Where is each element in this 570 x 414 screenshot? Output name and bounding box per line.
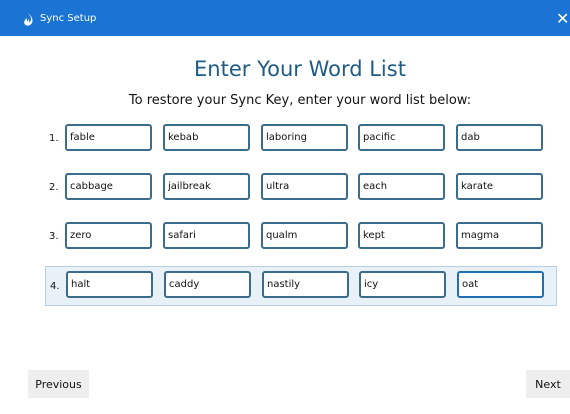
word-input-1-5[interactable]	[456, 124, 543, 151]
word-input-3-1[interactable]	[65, 222, 152, 249]
sync-setup-window: Sync Setup ✕ Enter Your Word List To res…	[0, 0, 570, 414]
row-number: 1.	[49, 133, 59, 144]
close-icon[interactable]: ✕	[556, 8, 570, 30]
word-input-4-2[interactable]	[164, 271, 251, 298]
word-input-3-5[interactable]	[456, 222, 543, 249]
word-row-2: 2.	[45, 168, 557, 208]
word-input-4-4[interactable]	[359, 271, 446, 298]
app-icon	[24, 13, 33, 26]
title-bar: Sync Setup ✕	[0, 0, 570, 36]
word-input-3-4[interactable]	[358, 222, 445, 249]
word-row-4: 4.	[45, 266, 557, 306]
word-input-1-3[interactable]	[261, 124, 348, 151]
word-input-2-4[interactable]	[358, 173, 445, 200]
word-input-2-2[interactable]	[163, 173, 250, 200]
instruction-text: To restore your Sync Key, enter your wor…	[128, 93, 472, 108]
word-input-1-2[interactable]	[163, 124, 250, 151]
word-input-3-2[interactable]	[163, 222, 250, 249]
word-row-3: 3.	[45, 217, 557, 257]
page-title: Enter Your Word List	[194, 57, 406, 81]
word-input-2-3[interactable]	[261, 173, 348, 200]
word-input-1-1[interactable]	[65, 124, 152, 151]
word-input-4-3[interactable]	[262, 271, 349, 298]
word-input-1-4[interactable]	[358, 124, 445, 151]
word-input-4-1[interactable]	[66, 271, 153, 298]
row-number: 4.	[50, 281, 60, 292]
word-input-3-3[interactable]	[261, 222, 348, 249]
previous-button[interactable]: Previous	[28, 370, 89, 398]
row-number: 2.	[49, 182, 59, 193]
window-title: Sync Setup	[40, 13, 97, 24]
next-button[interactable]: Next	[526, 370, 570, 398]
word-input-4-5[interactable]	[457, 271, 544, 298]
word-input-2-1[interactable]	[65, 173, 152, 200]
row-number: 3.	[49, 231, 59, 242]
word-input-2-5[interactable]	[456, 173, 543, 200]
word-row-1: 1.	[45, 119, 557, 159]
